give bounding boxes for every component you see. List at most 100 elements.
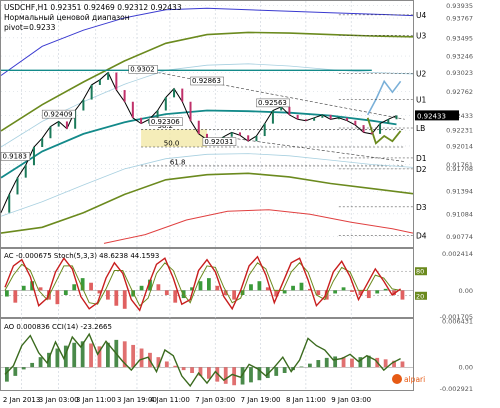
- ac-bar: [299, 282, 304, 291]
- ac-bar: [341, 287, 346, 291]
- pivot-level-label: D4: [416, 231, 427, 240]
- price-candle: [107, 72, 110, 80]
- alpari-logo-mark: [392, 374, 402, 384]
- forex-chart-canvas: 38.250.061.8 U4U3U2U1LBD1D2D3D4 0.93020.…: [0, 0, 473, 404]
- fib-level-label: 50.0: [164, 139, 180, 147]
- price-candle: [304, 119, 307, 121]
- ac-bar: [232, 290, 237, 300]
- pivot-level-label: D1: [416, 154, 427, 163]
- price-candle: [296, 114, 299, 120]
- ao-bar: [131, 344, 136, 368]
- price-candle: [379, 123, 382, 134]
- x-tick-label: 7 Jan 03:00: [195, 396, 235, 404]
- ac-bar: [63, 290, 68, 295]
- ac-bar: [207, 278, 211, 291]
- y-tick-label: 0.93935: [446, 2, 473, 10]
- ao-bar: [350, 358, 354, 368]
- price-candle: [271, 110, 274, 124]
- ac-y-tick-label: 0.00: [459, 287, 473, 295]
- ao-y-tick-label: 0.006431: [442, 317, 473, 325]
- y-tick-label: 0.92014: [446, 142, 473, 150]
- x-tick-label: 8 Jan 11:00: [286, 396, 326, 404]
- ao-bar: [400, 361, 405, 368]
- ao-bar: [249, 367, 253, 383]
- price-candle: [337, 117, 340, 120]
- ao-bar: [333, 356, 338, 368]
- ac-bar: [249, 284, 253, 291]
- ao-bar: [139, 348, 144, 368]
- price-candle: [395, 115, 398, 120]
- price-candle: [230, 132, 233, 137]
- ac-bar: [89, 282, 93, 291]
- price-candle: [173, 88, 176, 98]
- ac-bar: [38, 287, 43, 291]
- price-candle: [346, 117, 349, 121]
- price-candle: [115, 72, 118, 91]
- pivot-level-label: LB: [416, 124, 425, 133]
- alpari-logo: alpari: [392, 374, 425, 384]
- price-candle: [329, 114, 332, 120]
- pivot-level-label: U3: [416, 31, 426, 40]
- ao-cci-title: AO 0.000836 CCI(14) -23.2665: [4, 323, 112, 331]
- price-candle: [197, 120, 200, 134]
- price-annotation-label: 0.92306: [151, 118, 180, 126]
- ac-bar: [106, 290, 110, 300]
- ac-bar: [5, 290, 9, 297]
- pivot-header: pivot=0.9233: [4, 23, 56, 32]
- ac-bar: [350, 290, 354, 292]
- ao-bar: [21, 367, 26, 370]
- ac-bar: [139, 285, 144, 291]
- ac-bar: [291, 285, 295, 291]
- x-tick-label: 3 Jan 11:00: [76, 396, 116, 404]
- price-candle: [354, 120, 357, 126]
- ac-bar: [383, 288, 388, 291]
- y-tick-label: 0.93246: [446, 53, 473, 61]
- ao-bar: [190, 367, 194, 373]
- ao-bar: [173, 365, 178, 368]
- price-candle: [321, 114, 324, 118]
- price-candle: [123, 90, 126, 102]
- ac-bar: [333, 290, 338, 294]
- ao-bar: [274, 367, 279, 376]
- ao-bar: [38, 357, 43, 368]
- main-panel-frame: [0, 0, 414, 248]
- ac-y-axis: 80200.0024140.00-0.001705: [415, 250, 473, 321]
- ac-bar: [215, 285, 220, 291]
- ac-bar: [13, 290, 18, 303]
- y-tick-label: 0.91708: [446, 165, 473, 173]
- ac-bar: [282, 290, 287, 294]
- ao-bar: [181, 367, 186, 371]
- y-tick-label: 0.92231: [446, 127, 473, 135]
- price-candle: [288, 106, 291, 115]
- pivot-level-label: U2: [416, 69, 426, 78]
- ao-bar: [30, 362, 35, 368]
- price-candle: [181, 88, 184, 102]
- ao-bar: [282, 367, 287, 373]
- x-tick-label: 4 Jan 11:00: [150, 396, 190, 404]
- ac-bar: [366, 290, 371, 299]
- ac-bar: [72, 284, 77, 291]
- y-tick-label: 0.93023: [446, 69, 473, 77]
- stoch-level-label: 20: [416, 292, 424, 300]
- price-candle: [65, 121, 68, 129]
- ac-bar: [21, 285, 26, 291]
- ao-bar: [299, 366, 304, 368]
- pivot-level-label: U1: [416, 96, 426, 105]
- ac-bar: [173, 290, 178, 303]
- x-tick-label: 3 Jan 03:00: [39, 396, 79, 404]
- price-candle: [164, 97, 167, 111]
- x-tick-label: 7 Jan 19:00: [241, 396, 281, 404]
- ac-bar: [55, 290, 60, 305]
- ac-bar: [156, 284, 161, 291]
- price-candle: [280, 106, 283, 111]
- price-candle: [82, 99, 85, 111]
- price-candle: [370, 132, 373, 134]
- y-tick-label: 0.91084: [446, 210, 473, 218]
- current-price-label: 0.92433: [417, 112, 446, 120]
- price-candle: [263, 123, 266, 137]
- price-candle: [24, 165, 27, 178]
- y-tick-label: 0.93495: [446, 34, 473, 42]
- price-candle: [32, 146, 35, 166]
- price-candle: [49, 126, 52, 139]
- x-tick-label: 9 Jan 03:00: [331, 396, 371, 404]
